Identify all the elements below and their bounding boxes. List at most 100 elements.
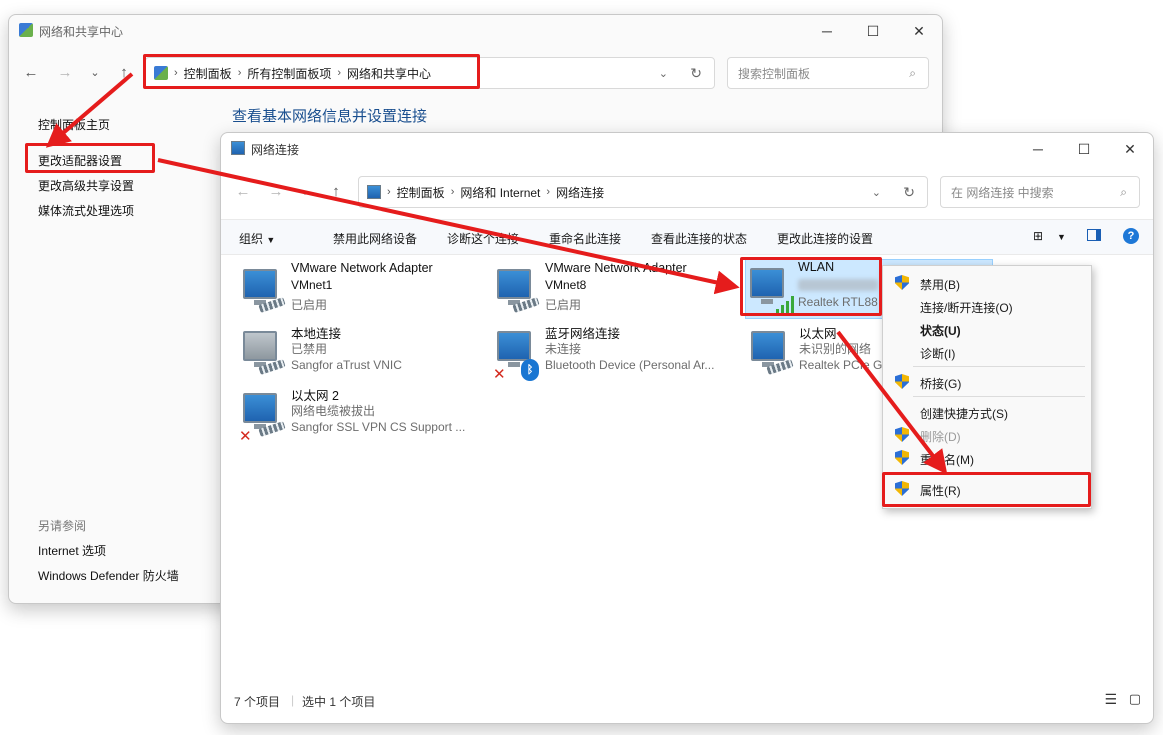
see-also-firewall[interactable]: Windows Defender 防火墙 bbox=[38, 567, 179, 584]
breadcrumb-separator: › bbox=[387, 186, 391, 198]
network-adapter-icon bbox=[747, 329, 795, 377]
left-pane-link-home[interactable]: 控制面板主页 bbox=[38, 116, 110, 133]
network-adapter-icon: ✕ bbox=[239, 391, 287, 445]
chevron-down-icon[interactable]: ⌄ bbox=[872, 186, 881, 199]
connection-name: VMware Network Adapter bbox=[291, 261, 433, 275]
chevron-down-icon[interactable]: ⌄ bbox=[659, 67, 668, 80]
menu-item-bridge[interactable]: 桥接(G) bbox=[883, 371, 1091, 393]
disable-device-button[interactable]: 禁用此网络设备 bbox=[333, 230, 417, 247]
recent-locations-button[interactable]: ⌄ bbox=[83, 60, 107, 84]
menu-separator bbox=[913, 366, 1085, 367]
menu-item-diagnose[interactable]: 诊断(I) bbox=[883, 341, 1091, 363]
minimize-icon: ─ bbox=[822, 23, 832, 39]
window-title: 网络和共享中心 bbox=[39, 25, 124, 39]
minimize-icon: ─ bbox=[1033, 141, 1043, 157]
see-also-internet-options[interactable]: Internet 选项 bbox=[38, 542, 106, 559]
help-icon[interactable]: ? bbox=[1123, 228, 1139, 244]
bluetooth-icon: ᛒ bbox=[521, 359, 539, 381]
control-panel-icon bbox=[367, 185, 381, 199]
uac-shield-icon bbox=[895, 374, 909, 389]
breadcrumb-network-internet[interactable]: 网络和 Internet bbox=[460, 184, 540, 201]
connection-status: 已启用 bbox=[545, 298, 582, 312]
back-button[interactable]: ← bbox=[231, 179, 255, 203]
menu-item-connect-disconnect[interactable]: 连接/断开连接(O) bbox=[883, 295, 1091, 317]
change-settings-button[interactable]: 更改此连接的设置 bbox=[777, 230, 873, 247]
menu-item-create-shortcut[interactable]: 创建快捷方式(S) bbox=[883, 401, 1091, 423]
connection-state: 未识别的网络 bbox=[799, 342, 872, 356]
search-placeholder: 在 网络连接 中搜索 bbox=[951, 185, 1054, 200]
menu-item-rename[interactable]: 重命名(M) bbox=[883, 447, 1091, 469]
breadcrumb-separator: › bbox=[450, 186, 455, 198]
page-heading: 查看基本网络信息并设置连接 bbox=[232, 108, 428, 125]
arrow-up-icon: ↑ bbox=[120, 63, 128, 81]
diagnose-button[interactable]: 诊断这个连接 bbox=[447, 230, 519, 247]
up-button[interactable]: ↑ bbox=[112, 60, 136, 84]
uac-shield-icon bbox=[895, 275, 909, 290]
connection-item-bluetooth[interactable]: ✕ ᛒ 蓝牙网络连接 未连接 Bluetooth Device (Persona… bbox=[493, 323, 738, 383]
close-button[interactable]: ✕ bbox=[896, 15, 942, 47]
status-divider: | bbox=[291, 693, 295, 707]
back-button[interactable]: ← bbox=[19, 60, 43, 84]
details-view-icon[interactable]: ☰ bbox=[1104, 691, 1117, 708]
disconnected-x-icon: ✕ bbox=[239, 428, 252, 445]
up-button[interactable]: ↑ bbox=[324, 179, 348, 203]
connection-item-vmnet8[interactable]: VMware Network Adapter VMnet8 已启用 bbox=[493, 261, 738, 319]
status-bar: 7 个项目 | 选中 1 个项目 ☰ ▢ bbox=[221, 691, 1153, 723]
organize-label: 组织 bbox=[239, 232, 264, 246]
maximize-button[interactable]: ☐ bbox=[1061, 133, 1107, 165]
forward-button[interactable]: → bbox=[264, 179, 288, 203]
menu-item-status[interactable]: 状态(U) bbox=[883, 318, 1091, 340]
menu-item-disable[interactable]: 禁用(B) bbox=[883, 272, 1091, 294]
connection-status: Sangfor aTrust VNIC bbox=[291, 358, 402, 372]
item-count: 7 个项目 bbox=[234, 695, 281, 709]
connection-state: 已禁用 bbox=[291, 342, 328, 356]
rename-button[interactable]: 重命名此连接 bbox=[549, 230, 621, 247]
refresh-icon[interactable]: ↻ bbox=[690, 65, 702, 82]
left-pane-link-advanced-sharing[interactable]: 更改高级共享设置 bbox=[38, 177, 134, 194]
chevron-down-icon: ⌄ bbox=[90, 66, 100, 79]
arrow-right-icon: → bbox=[268, 182, 284, 200]
connection-item-local[interactable]: 本地连接 已禁用 Sangfor aTrust VNIC bbox=[239, 323, 484, 381]
organize-menu[interactable]: 组织 ▼ bbox=[239, 230, 275, 247]
caret-down-icon: ▼ bbox=[266, 235, 276, 245]
minimize-button[interactable]: ─ bbox=[1015, 133, 1061, 165]
refresh-icon[interactable]: ↻ bbox=[903, 184, 915, 201]
connection-item-ethernet2[interactable]: ✕ 以太网 2 网络电缆被拔出 Sangfor SSL VPN CS Suppo… bbox=[239, 385, 484, 445]
left-pane-link-media-streaming[interactable]: 媒体流式处理选项 bbox=[38, 202, 134, 219]
connection-status: Sangfor SSL VPN CS Support ... bbox=[291, 420, 466, 434]
disconnected-x-icon: ✕ bbox=[493, 366, 506, 383]
preview-pane-icon[interactable] bbox=[1087, 229, 1101, 241]
title-bar: 网络和共享中心 ─ ☐ ✕ bbox=[9, 15, 942, 47]
chevron-down-icon: ⌄ bbox=[300, 185, 310, 198]
search-box[interactable]: 搜索控制面板 ⌕ bbox=[727, 57, 929, 89]
search-box[interactable]: 在 网络连接 中搜索 ⌕ bbox=[940, 176, 1140, 208]
arrow-up-icon: ↑ bbox=[332, 182, 340, 200]
view-options-dropdown[interactable]: ▼ bbox=[1057, 232, 1066, 242]
address-bar[interactable]: › 控制面板 › 网络和 Internet › 网络连接 ⌄ ↻ bbox=[358, 176, 928, 208]
close-button[interactable]: ✕ bbox=[1107, 133, 1153, 165]
window-title: 网络连接 bbox=[251, 143, 300, 157]
network-adapter-icon bbox=[239, 267, 287, 315]
minimize-button[interactable]: ─ bbox=[804, 15, 850, 47]
network-connections-app-icon bbox=[231, 141, 245, 155]
menu-separator bbox=[913, 396, 1085, 397]
highlight-breadcrumb-box bbox=[143, 54, 480, 89]
connection-name-line2: VMnet8 bbox=[545, 278, 587, 292]
connection-item-vmnet1[interactable]: VMware Network Adapter VMnet1 已启用 bbox=[239, 261, 484, 319]
breadcrumb-control-panel[interactable]: 控制面板 bbox=[397, 184, 445, 201]
maximize-icon: ☐ bbox=[866, 22, 880, 39]
recent-locations-button[interactable]: ⌄ bbox=[293, 179, 317, 203]
network-adapter-disabled-icon bbox=[239, 329, 287, 377]
view-status-button[interactable]: 查看此连接的状态 bbox=[651, 230, 747, 247]
forward-button[interactable]: → bbox=[53, 60, 77, 84]
arrow-right-icon: → bbox=[57, 63, 73, 81]
menu-item-delete: 删除(D) bbox=[883, 424, 1091, 446]
large-icons-view-icon[interactable]: ▢ bbox=[1129, 691, 1141, 707]
view-options-icon[interactable]: ⊞ bbox=[1033, 229, 1043, 243]
maximize-button[interactable]: ☐ bbox=[850, 15, 896, 47]
highlight-change-adapter-box bbox=[25, 143, 155, 173]
arrow-left-icon: ← bbox=[23, 63, 39, 81]
network-adapter-icon bbox=[493, 267, 541, 315]
connection-status: 已启用 bbox=[291, 298, 328, 312]
breadcrumb-network-connections[interactable]: 网络连接 bbox=[556, 184, 604, 201]
